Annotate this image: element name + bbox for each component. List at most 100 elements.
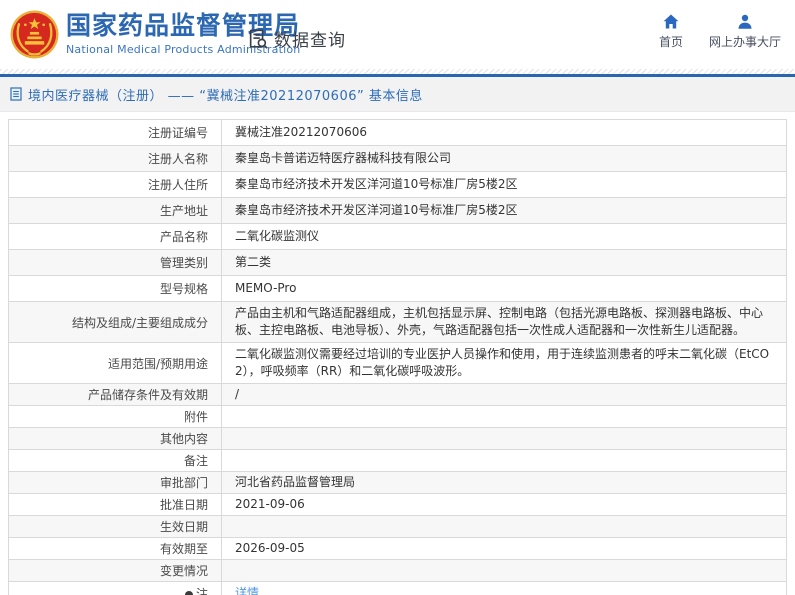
row-label-text: 备注 bbox=[183, 454, 208, 468]
row-value-text: 二氧化碳监测仪 bbox=[235, 229, 320, 243]
row-label: 其他内容 bbox=[8, 427, 222, 450]
row-label-text: 有效期至 bbox=[159, 542, 208, 556]
row-label: 注册证编号 bbox=[8, 119, 222, 146]
row-label-text: 注册人住所 bbox=[147, 178, 208, 192]
table-row: 产品名称 二氧化碳监测仪 bbox=[8, 223, 787, 250]
row-value-text: 秦皇岛市经济技术开发区洋河道10号标准厂房5楼2区 bbox=[235, 203, 518, 217]
page-title: 境内医疗器械（注册） —— “冀械注准20212070606” 基本信息 bbox=[28, 88, 423, 104]
data-query-label: 数据查询 bbox=[274, 31, 346, 51]
home-icon bbox=[663, 14, 679, 29]
table-row: 批准日期 2021-09-06 bbox=[8, 493, 787, 516]
page-title-bar: 境内医疗器械（注册） —— “冀械注准20212070606” 基本信息 bbox=[0, 77, 795, 112]
row-label-text: 附件 bbox=[183, 410, 208, 424]
row-label-text: 适用范围/预期用途 bbox=[107, 356, 208, 371]
row-value-text: / bbox=[235, 387, 240, 401]
note-pin-icon bbox=[184, 590, 193, 595]
row-label: 附件 bbox=[8, 405, 222, 428]
row-label-text: 生产地址 bbox=[159, 204, 208, 218]
row-label: 审批部门 bbox=[8, 471, 222, 494]
table-row: 生产地址 秦皇岛市经济技术开发区洋河道10号标准厂房5楼2区 bbox=[8, 197, 787, 224]
row-label-text: 变更情况 bbox=[159, 564, 208, 578]
row-value-text: 河北省药品监督管理局 bbox=[235, 475, 356, 489]
row-label: 注 bbox=[8, 581, 222, 595]
row-label-text: 结构及组成/主要组成成分 bbox=[71, 315, 208, 330]
row-label: 批准日期 bbox=[8, 493, 222, 516]
row-label: 产品名称 bbox=[8, 223, 222, 250]
row-label-text: 产品名称 bbox=[159, 230, 208, 244]
site-header: 国家药品监督管理局 National Medical Products Admi… bbox=[0, 0, 795, 69]
row-label: 适用范围/预期用途 bbox=[8, 342, 222, 384]
row-value-text: 第二类 bbox=[235, 255, 272, 269]
row-value: 第二类 bbox=[221, 249, 787, 276]
row-value-text: 产品由主机和气路适配器组成，主机包括显示屏、控制电路（包括光源电路板、探测器电路… bbox=[235, 306, 764, 337]
row-label-text: 管理类别 bbox=[159, 256, 208, 270]
row-label-text: 型号规格 bbox=[159, 282, 208, 296]
row-value bbox=[221, 515, 787, 538]
row-label-text: 其他内容 bbox=[159, 432, 208, 446]
row-value-text: 秦皇岛卡普诺迈特医疗器械科技有限公司 bbox=[235, 151, 452, 165]
row-label-text: 注册人名称 bbox=[147, 152, 208, 166]
info-table: 注册证编号 冀械注准20212070606 注册人名称 秦皇岛卡普诺迈特医疗器械科技有… bbox=[8, 119, 787, 595]
row-label-text: 审批部门 bbox=[159, 476, 208, 490]
row-label: 生产地址 bbox=[8, 197, 222, 224]
table-row: 生效日期 bbox=[8, 515, 787, 538]
table-row: 注册人住所 秦皇岛市经济技术开发区洋河道10号标准厂房5楼2区 bbox=[8, 171, 787, 198]
nav-online-hall[interactable]: 网上办事大厅 bbox=[709, 14, 781, 50]
table-row: 结构及组成/主要组成成分 产品由主机和气路适配器组成，主机包括显示屏、控制电路（包… bbox=[8, 301, 787, 343]
table-row: 管理类别 第二类 bbox=[8, 249, 787, 276]
row-label: 备注 bbox=[8, 449, 222, 472]
row-value bbox=[221, 449, 787, 472]
details-link[interactable]: 详情 bbox=[235, 586, 259, 595]
row-value bbox=[221, 427, 787, 450]
row-label-text: 注册证编号 bbox=[147, 126, 208, 140]
info-table-wrap: 注册证编号 冀械注准20212070606 注册人名称 秦皇岛卡普诺迈特医疗器械科技有… bbox=[0, 112, 795, 595]
row-value: 秦皇岛卡普诺迈特医疗器械科技有限公司 bbox=[221, 145, 787, 172]
person-icon bbox=[738, 14, 752, 29]
table-row: 注册证编号 冀械注准20212070606 bbox=[8, 119, 787, 146]
row-value: MEMO-Pro bbox=[221, 275, 787, 302]
row-value: 冀械注准20212070606 bbox=[221, 119, 787, 146]
row-value bbox=[221, 559, 787, 582]
top-nav: 首页 网上办事大厅 bbox=[659, 14, 781, 50]
table-row: 注册人名称 秦皇岛卡普诺迈特医疗器械科技有限公司 bbox=[8, 145, 787, 172]
table-row: 有效期至 2026-09-05 bbox=[8, 537, 787, 560]
row-value: / bbox=[221, 383, 787, 406]
row-label: 变更情况 bbox=[8, 559, 222, 582]
row-value-text: 秦皇岛市经济技术开发区洋河道10号标准厂房5楼2区 bbox=[235, 177, 518, 191]
row-value-text: 2021-09-06 bbox=[235, 497, 305, 511]
table-row: 注 详情 bbox=[8, 581, 787, 595]
table-row: 其他内容 bbox=[8, 427, 787, 450]
row-label: 产品储存条件及有效期 bbox=[8, 383, 222, 406]
national-emblem-logo bbox=[10, 10, 59, 59]
row-value: 2026-09-05 bbox=[221, 537, 787, 560]
row-label: 注册人住所 bbox=[8, 171, 222, 198]
row-label-text: 批准日期 bbox=[159, 498, 208, 512]
row-label: 生效日期 bbox=[8, 515, 222, 538]
row-value: 产品由主机和气路适配器组成，主机包括显示屏、控制电路（包括光源电路板、探测器电路… bbox=[221, 301, 787, 343]
row-value-text: 二氧化碳监测仪需要经过培训的专业医护人员操作和使用，用于连续监测患者的呼末二氧化… bbox=[235, 347, 770, 378]
row-value-text: 2026-09-05 bbox=[235, 541, 305, 555]
data-query-link[interactable]: 数据查询 bbox=[247, 26, 346, 51]
row-label-text: 生效日期 bbox=[159, 520, 208, 534]
row-label: 注册人名称 bbox=[8, 145, 222, 172]
nav-home[interactable]: 首页 bbox=[659, 14, 683, 50]
row-value-text: 冀械注准20212070606 bbox=[235, 125, 367, 139]
row-value bbox=[221, 405, 787, 428]
row-value: 2021-09-06 bbox=[221, 493, 787, 516]
document-search-icon bbox=[249, 28, 268, 49]
nav-online-hall-label: 网上办事大厅 bbox=[708, 35, 781, 49]
page-doc-icon bbox=[10, 87, 22, 101]
row-value: 二氧化碳监测仪需要经过培训的专业医护人员操作和使用，用于连续监测患者的呼末二氧化… bbox=[221, 342, 787, 384]
row-value-text: MEMO-Pro bbox=[235, 281, 297, 295]
table-row: 附件 bbox=[8, 405, 787, 428]
row-value: 详情 bbox=[221, 581, 787, 595]
info-table-body: 注册证编号 冀械注准20212070606 注册人名称 秦皇岛卡普诺迈特医疗器械科技有… bbox=[8, 119, 787, 595]
table-row: 适用范围/预期用途 二氧化碳监测仪需要经过培训的专业医护人员操作和使用，用于连续监… bbox=[8, 342, 787, 384]
row-label: 管理类别 bbox=[8, 249, 222, 276]
table-row: 产品储存条件及有效期 / bbox=[8, 383, 787, 406]
table-row: 审批部门 河北省药品监督管理局 bbox=[8, 471, 787, 494]
row-value: 河北省药品监督管理局 bbox=[221, 471, 787, 494]
table-row: 备注 bbox=[8, 449, 787, 472]
nav-home-label: 首页 bbox=[658, 35, 683, 49]
row-label: 有效期至 bbox=[8, 537, 222, 560]
